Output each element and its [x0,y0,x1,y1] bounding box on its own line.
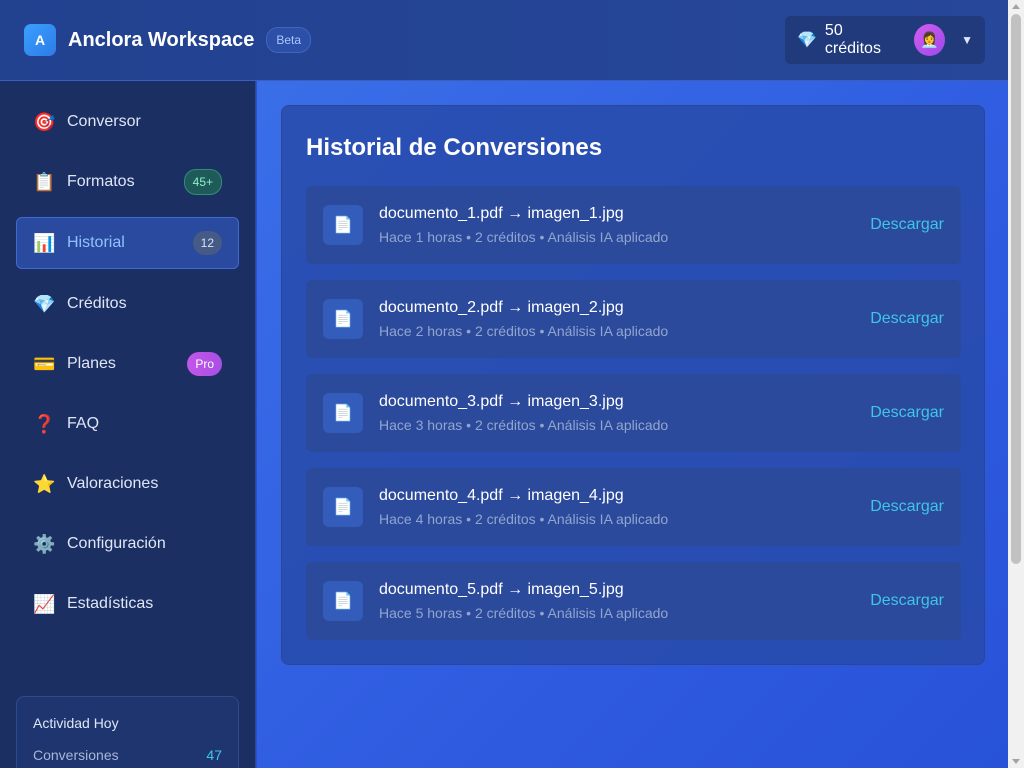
main-content: Historial de Conversiones 📄 documento_1.… [257,81,1008,768]
file-icon: 📄 [323,205,363,245]
sidebar-item-label: Estadísticas [67,595,154,612]
page-title: Historial de Conversiones [306,134,603,161]
conversion-meta: Hace 5 horas • 2 créditos • Análisis IA … [379,605,669,621]
download-button[interactable]: Descargar [870,310,944,328]
conversion-name: documento_3.pdf → imagen_3.jpg [379,393,624,410]
app-title: Anclora Workspace [68,28,255,51]
list-item: 📄 documento_4.pdf → imagen_4.jpg Hace 4 … [306,468,961,546]
formats-count-badge: 45+ [183,169,222,195]
activity-label: Conversiones [33,747,119,763]
scroll-thumb[interactable] [1011,14,1021,564]
bar-chart-icon: 📊 [33,232,56,253]
download-button[interactable]: Descargar [870,404,944,422]
sidebar-item-valoraciones[interactable]: ⭐ Valoraciones [16,458,239,510]
conversion-name: documento_5.pdf → imagen_5.jpg [379,581,624,598]
file-icon: 📄 [323,581,363,621]
top-header: A Anclora Workspace Beta 💎 50 créditos 👩… [0,0,1008,81]
activity-value: 47 [206,747,222,763]
pro-badge: Pro [187,352,222,376]
scroll-down-icon[interactable] [1012,759,1020,764]
conversion-name: documento_4.pdf → imagen_4.jpg [379,487,624,504]
activity-panel: Actividad Hoy Conversiones 47 [16,696,239,768]
sidebar-item-label: Formatos [67,173,135,190]
sidebar-item-label: Configuración [67,535,166,552]
conversion-meta: Hace 4 horas • 2 créditos • Análisis IA … [379,511,669,527]
history-count-badge: 12 [192,231,222,255]
sidebar-item-historial[interactable]: 📊 Historial 12 [16,217,239,269]
sidebar-item-label: Valoraciones [67,475,159,492]
file-icon: 📄 [323,299,363,339]
sidebar-item-label: Planes [67,355,116,372]
conversion-name: documento_1.pdf → imagen_1.jpg [379,205,624,222]
chevron-down-icon[interactable]: ▼ [961,33,973,47]
activity-title: Actividad Hoy [33,715,119,731]
sidebar-item-label: Conversor [67,113,141,130]
beta-badge: Beta [266,27,312,53]
account-menu[interactable]: 💎 50 créditos 👩‍💼 ▼ [785,16,985,64]
list-item: 📄 documento_3.pdf → imagen_3.jpg Hace 3 … [306,374,961,452]
gem-icon: 💎 [797,32,817,49]
conversion-meta: Hace 2 horas • 2 créditos • Análisis IA … [379,323,669,339]
star-icon: ⭐ [33,473,56,494]
download-button[interactable]: Descargar [870,498,944,516]
page-scrollbar[interactable] [1008,0,1024,768]
sidebar-item-formatos[interactable]: 📋 Formatos 45+ [16,156,239,208]
app-logo[interactable]: A [24,24,56,56]
sidebar-item-label: FAQ [67,415,100,432]
list-item: 📄 documento_2.pdf → imagen_2.jpg Hace 2 … [306,280,961,358]
sidebar-item-planes[interactable]: 💳 Planes Pro [16,338,239,390]
file-icon: 📄 [323,393,363,433]
conversion-name: documento_2.pdf → imagen_2.jpg [379,299,624,316]
line-chart-icon: 📈 [33,593,56,614]
avatar[interactable]: 👩‍💼 [914,24,946,56]
question-icon: ❓ [33,413,56,434]
credits-count: 50 créditos [824,22,881,57]
sidebar: 🎯 Conversor 📋 Formatos 45+ 📊 Historial 1… [0,81,256,768]
history-card: Historial de Conversiones 📄 documento_1.… [281,105,985,665]
target-icon: 🎯 [33,111,56,132]
activity-row: Conversiones 47 [33,747,222,763]
sidebar-item-label: Créditos [67,295,127,312]
list-item: 📄 documento_5.pdf → imagen_5.jpg Hace 5 … [306,562,961,640]
sidebar-item-conversor[interactable]: 🎯 Conversor [16,96,239,148]
sidebar-item-estadisticas[interactable]: 📈 Estadísticas [16,578,239,630]
list-item: 📄 documento_1.pdf → imagen_1.jpg Hace 1 … [306,186,961,264]
sidebar-item-creditos[interactable]: 💎 Créditos [16,278,239,330]
credit-card-icon: 💳 [33,353,56,374]
gear-icon: ⚙️ [33,533,56,554]
conversion-meta: Hace 1 horas • 2 créditos • Análisis IA … [379,229,669,245]
file-icon: 📄 [323,487,363,527]
clipboard-icon: 📋 [33,171,56,192]
sidebar-item-faq[interactable]: ❓ FAQ [16,398,239,450]
conversion-meta: Hace 3 horas • 2 créditos • Análisis IA … [379,417,669,433]
gem-icon: 💎 [33,293,56,314]
download-button[interactable]: Descargar [870,592,944,610]
sidebar-item-label: Historial [67,234,125,251]
download-button[interactable]: Descargar [870,216,944,234]
scroll-up-icon[interactable] [1012,4,1020,9]
sidebar-item-configuracion[interactable]: ⚙️ Configuración [16,518,239,570]
